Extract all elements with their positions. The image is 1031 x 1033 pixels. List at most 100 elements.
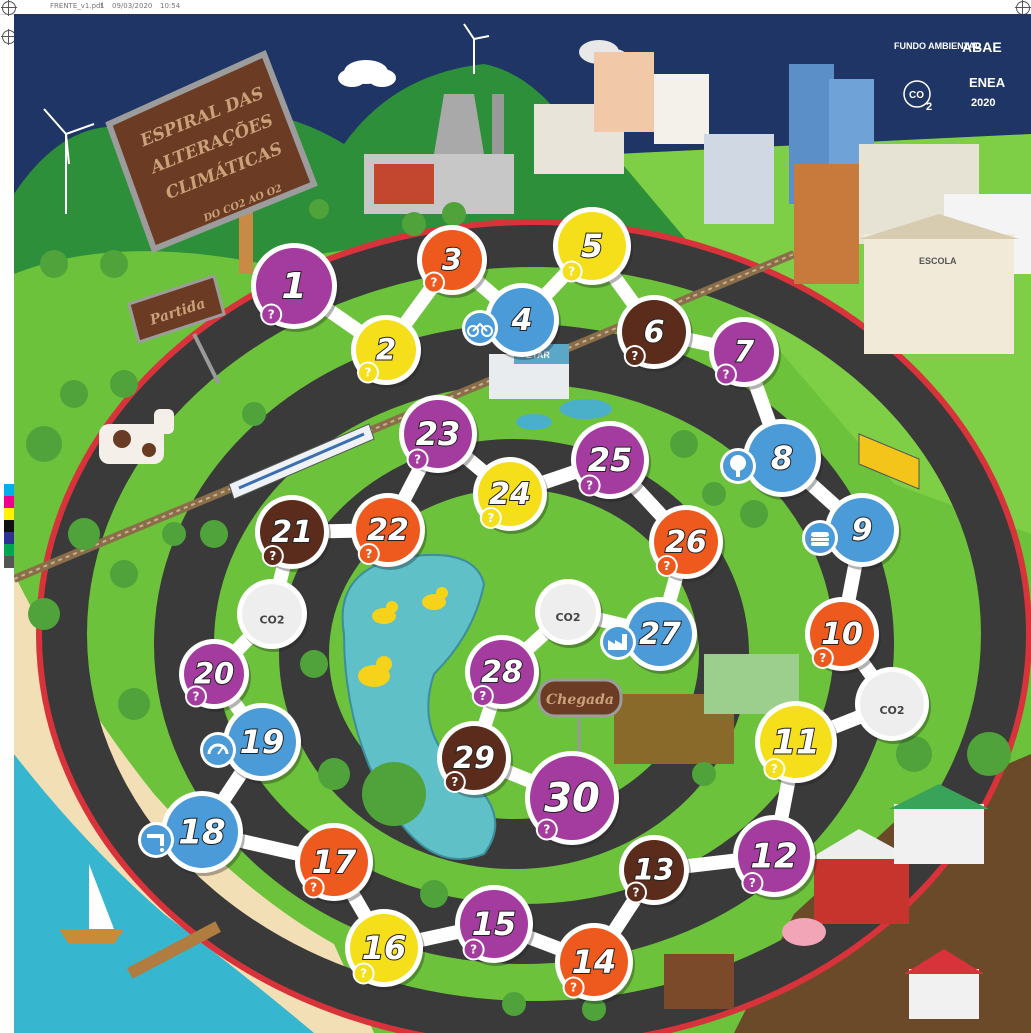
question-badge-icon: ? <box>535 818 558 841</box>
question-mark: ? <box>633 886 640 900</box>
question-mark: ? <box>310 881 317 895</box>
school-building: ESCOLA <box>859 214 1019 354</box>
color-swatch-yellow <box>4 508 14 520</box>
abae-logo: ABAE <box>962 39 1002 55</box>
enea-logo: ENEA <box>969 75 1006 90</box>
space-number: 30 <box>544 775 600 821</box>
space-number: 4 <box>511 303 533 338</box>
apartment-building <box>794 164 859 284</box>
color-swatch-cyan <box>4 484 14 496</box>
factory-icon <box>600 624 636 660</box>
question-mark: ? <box>365 547 372 561</box>
color-swatch-magenta <box>4 496 14 508</box>
print-separation: 1 <box>100 2 105 10</box>
print-date: 09/03/2020 <box>112 2 153 10</box>
space-number: 2 <box>376 333 396 367</box>
question-mark: ? <box>479 689 486 703</box>
space-number: 19 <box>240 723 285 761</box>
question-badge-icon: ? <box>811 647 834 669</box>
color-swatch-black <box>4 520 14 532</box>
question-mark: ? <box>268 308 275 322</box>
space-number: CO2 <box>555 611 580 624</box>
question-badge-icon: ? <box>260 303 283 326</box>
bicycle-icon <box>462 310 498 346</box>
space-number: CO2 <box>259 614 284 627</box>
question-badge-icon: ? <box>715 363 737 386</box>
question-badge-icon: ? <box>406 448 429 471</box>
color-swatch-gray <box>4 556 14 568</box>
space-number: 27 <box>639 617 681 652</box>
game-board: ESCOLA ETAR ESPIRAL DAS ALTERAÇÕES CLIMÁ… <box>14 14 1031 1033</box>
question-mark: ? <box>586 479 593 493</box>
question-mark: ? <box>543 823 550 837</box>
print-file-name: FRENTE_v1.pdf <box>50 2 103 10</box>
space-number: 1 <box>281 266 306 307</box>
compost-bin <box>664 954 734 1009</box>
question-badge-icon: ? <box>479 507 502 529</box>
question-mark: ? <box>570 981 577 995</box>
question-mark: ? <box>431 276 438 290</box>
question-mark: ? <box>360 967 367 981</box>
question-badge-icon: ? <box>357 361 379 384</box>
space-number: 21 <box>271 515 313 550</box>
question-badge-icon: ? <box>443 771 466 793</box>
space-number: 29 <box>453 741 495 776</box>
question-badge-icon: ? <box>185 685 207 708</box>
question-mark: ? <box>414 453 421 467</box>
question-badge-icon: ? <box>302 876 325 899</box>
question-mark: ? <box>568 265 575 279</box>
enea-year: 2020 <box>971 97 995 109</box>
question-badge-icon: ? <box>352 962 375 985</box>
school-label: ESCOLA <box>919 256 957 266</box>
space-number: 22 <box>367 513 409 548</box>
space-number: 5 <box>581 227 603 265</box>
question-badge-icon: ? <box>462 938 485 961</box>
space-number: CO2 <box>879 704 904 717</box>
question-badge-icon: ? <box>623 345 646 367</box>
question-badge-icon: ? <box>625 881 647 904</box>
print-header-bar: FRENTE_v1.pdf 1 09/03/2020 10:54 <box>0 0 1031 15</box>
question-mark: ? <box>631 349 638 363</box>
space-number: 8 <box>771 439 793 477</box>
space-number: 11 <box>772 723 819 763</box>
question-mark: ? <box>723 368 730 382</box>
building <box>704 134 774 224</box>
space-number: 16 <box>362 929 407 967</box>
space-number: 12 <box>750 837 797 877</box>
co2-logo-text: CO <box>909 90 924 101</box>
space-number: 24 <box>489 477 531 512</box>
space-number: 28 <box>481 655 523 690</box>
question-mark: ? <box>365 366 372 380</box>
space-number: 10 <box>821 617 863 652</box>
question-mark: ? <box>470 943 477 957</box>
space-number: 6 <box>644 315 665 350</box>
space-number: 14 <box>572 943 617 981</box>
question-badge-icon: ? <box>763 758 786 780</box>
space-number: 18 <box>178 813 225 853</box>
space-number: 3 <box>442 243 462 277</box>
gauge-icon <box>200 732 236 768</box>
question-mark: ? <box>663 559 670 573</box>
registration-mark-icon <box>1015 0 1031 16</box>
space-number: 15 <box>472 905 517 943</box>
burger-icon <box>802 520 838 556</box>
question-badge-icon: ? <box>261 545 284 567</box>
question-mark: ? <box>771 762 778 776</box>
color-swatch-green <box>4 544 14 556</box>
question-badge-icon: ? <box>741 872 764 894</box>
question-mark: ? <box>749 876 756 890</box>
finish-label: Chegada <box>546 692 614 708</box>
building <box>654 74 709 144</box>
co2-logo-sub: 2 <box>926 101 932 113</box>
color-swatch-blue <box>4 532 14 544</box>
space-number: 26 <box>665 525 707 560</box>
question-badge-icon: ? <box>423 271 445 294</box>
space-number: 23 <box>416 415 461 453</box>
question-badge-icon: ? <box>562 976 585 999</box>
registration-mark-icon <box>1 0 17 16</box>
question-mark: ? <box>269 549 276 563</box>
pig <box>782 918 826 946</box>
question-badge-icon: ? <box>655 555 678 577</box>
question-mark: ? <box>819 651 826 665</box>
question-badge-icon: ? <box>471 685 494 707</box>
